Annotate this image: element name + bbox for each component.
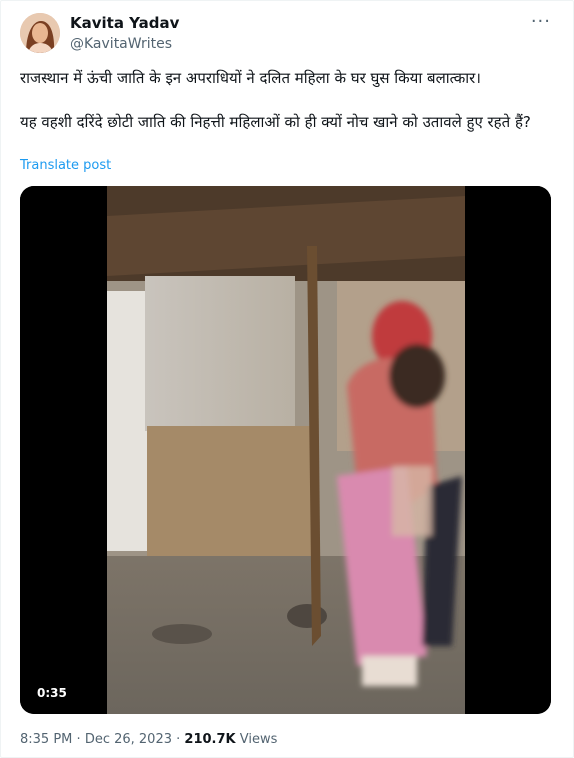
author-name[interactable]: Kavita Yadav xyxy=(70,14,179,32)
translate-post-link[interactable]: Translate post xyxy=(20,158,111,173)
post-meta: 8:35 PM · Dec 26, 2023 · 210.7K Views xyxy=(20,732,277,747)
more-dots-icon[interactable]: ··· xyxy=(531,11,551,32)
meta-separator-2: · xyxy=(176,732,181,747)
video-frame xyxy=(20,186,551,714)
post-text-line-2: यह वहशी दरिंदे छोटी जाति की निहत्ती महिल… xyxy=(20,113,531,131)
video-player[interactable] xyxy=(20,186,551,714)
views-label: Views xyxy=(239,732,278,747)
video-duration-badge: 0:35 xyxy=(32,684,72,702)
tweet-card: Kavita Yadav @KavitaWrites ··· राजस्थान … xyxy=(0,0,574,758)
post-text-line-1: राजस्थान में ऊंची जाति के इन अपराधियों न… xyxy=(20,69,481,87)
views-count: 210.7K xyxy=(184,732,236,747)
author-handle[interactable]: @KavitaWrites xyxy=(70,36,172,52)
post-date[interactable]: Dec 26, 2023 xyxy=(85,732,172,747)
post-time[interactable]: 8:35 PM xyxy=(20,732,72,747)
meta-separator: · xyxy=(76,732,81,747)
author-avatar[interactable] xyxy=(20,13,60,53)
